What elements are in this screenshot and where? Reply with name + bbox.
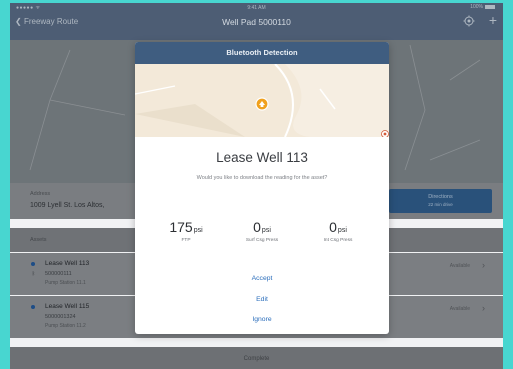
asset-status: Available bbox=[449, 263, 470, 269]
asset-name: Lease Well 113 bbox=[45, 260, 90, 267]
dialog-question: Would you like to download the reading f… bbox=[196, 175, 328, 181]
add-icon[interactable]: + bbox=[489, 13, 497, 27]
address-value: 1009 Lyell St. Los Altos, bbox=[30, 202, 105, 209]
dialog-header: Bluetooth Detection bbox=[135, 42, 389, 64]
reading-label: Surf Csg Press bbox=[245, 238, 279, 243]
map-marker-icon bbox=[255, 97, 269, 111]
reading-surf-csg-press: 0psi Surf Csg Press bbox=[222, 219, 302, 243]
dialog-map-drawing bbox=[135, 64, 389, 137]
page-title: Well Pad 5000110 bbox=[222, 17, 291, 27]
dialog-well-name: Lease Well 113 bbox=[216, 150, 308, 165]
reading-value: 0 bbox=[253, 219, 261, 235]
chevron-right-icon: › bbox=[482, 260, 485, 270]
status-time: 9:41 AM bbox=[247, 5, 266, 11]
status-battery: 100% bbox=[470, 4, 495, 10]
asset-status: Available bbox=[449, 306, 470, 312]
reading-value: 175 bbox=[169, 219, 193, 235]
edit-button[interactable]: Edit bbox=[135, 296, 389, 303]
complete-label: Complete bbox=[243, 356, 270, 362]
reading-int-csg-press: 0psi Int Csg Press bbox=[298, 219, 378, 243]
reading-label: FTP bbox=[181, 238, 191, 243]
asset-id: 5000001324 bbox=[45, 314, 76, 320]
app-screen: ●●●●● ᯤ 9:41 AM 100% ❮ Freeway Route Wel… bbox=[10, 3, 503, 369]
ignore-button[interactable]: Ignore bbox=[135, 316, 389, 323]
bluetooth-detection-dialog: Bluetooth Detection Lease Well 113 Would bbox=[135, 42, 389, 334]
accept-button[interactable]: Accept bbox=[135, 275, 389, 282]
address-label: Address bbox=[30, 191, 51, 197]
asset-id: 500000111 bbox=[45, 271, 72, 277]
bluetooth-icon: ᛒ bbox=[32, 271, 36, 277]
reading-unit: psi bbox=[193, 227, 203, 234]
status-dot bbox=[31, 262, 35, 266]
status-dot bbox=[31, 305, 35, 309]
asset-station: Pump Station 11.1 bbox=[45, 280, 86, 286]
battery-label: 100% bbox=[470, 4, 483, 10]
navigation-bar: ●●●●● ᯤ 9:41 AM 100% ❮ Freeway Route Wel… bbox=[10, 3, 503, 40]
reading-label: Int Csg Press bbox=[323, 238, 353, 243]
settings-icon[interactable] bbox=[463, 15, 475, 27]
chevron-right-icon: › bbox=[482, 303, 485, 313]
complete-button[interactable]: Complete bbox=[10, 347, 503, 369]
reading-value: 0 bbox=[329, 219, 337, 235]
reading-unit: psi bbox=[337, 227, 347, 234]
asset-station: Pump Station 11.2 bbox=[45, 323, 86, 329]
assets-title: Assets bbox=[30, 237, 47, 243]
asset-name: Lease Well 115 bbox=[45, 303, 90, 310]
directions-button[interactable]: Directions 22 min drive bbox=[389, 189, 492, 213]
reading-ftp: 175psi FTP bbox=[146, 219, 226, 243]
directions-label: Directions bbox=[428, 194, 453, 200]
dialog-title: Bluetooth Detection bbox=[226, 48, 298, 57]
directions-time: 22 min drive bbox=[428, 202, 453, 207]
battery-icon bbox=[485, 4, 495, 9]
reading-unit: psi bbox=[261, 227, 271, 234]
dialog-map bbox=[135, 64, 389, 137]
